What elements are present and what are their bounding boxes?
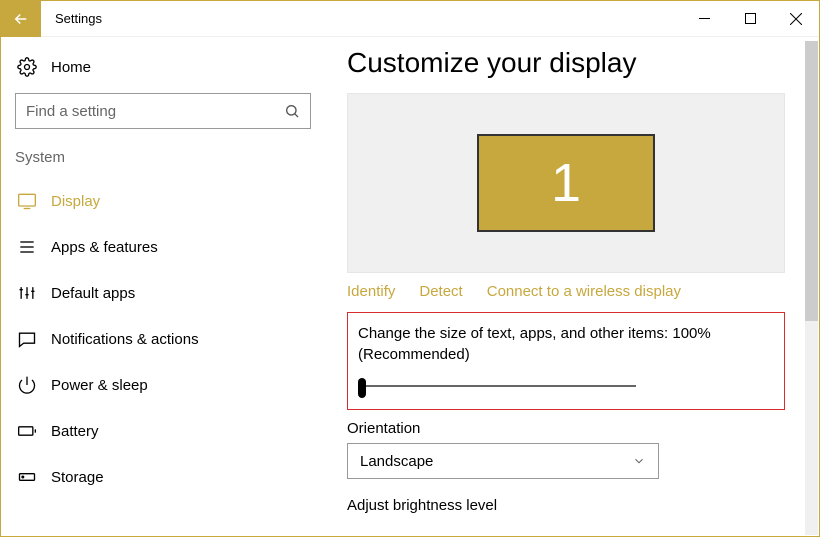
home-button[interactable]: Home (15, 51, 317, 93)
slider-track (358, 385, 636, 387)
monitor-number: 1 (551, 152, 581, 214)
sidebar: Home System Display Apps & features Defa… (1, 37, 317, 536)
sidebar-item-display[interactable]: Display (15, 178, 317, 224)
brightness-label: Adjust brightness level (347, 497, 819, 514)
sidebar-item-label: Apps & features (51, 239, 158, 256)
sidebar-item-label: Notifications & actions (51, 331, 199, 348)
close-icon (790, 13, 802, 25)
sidebar-item-label: Default apps (51, 285, 135, 302)
back-arrow-icon (12, 10, 30, 28)
chevron-down-icon (632, 454, 646, 468)
search-icon (284, 103, 300, 119)
titlebar: Settings (1, 1, 819, 37)
window-title: Settings (55, 11, 102, 26)
scale-section-highlight: Change the size of text, apps, and other… (347, 312, 785, 410)
power-icon (17, 375, 37, 395)
gear-icon (17, 57, 37, 77)
sidebar-item-notifications[interactable]: Notifications & actions (15, 316, 317, 362)
minimize-button[interactable] (681, 1, 727, 37)
display-preview[interactable]: 1 (347, 93, 785, 273)
search-box[interactable] (15, 93, 311, 129)
sidebar-item-power[interactable]: Power & sleep (15, 362, 317, 408)
sidebar-item-label: Storage (51, 469, 104, 486)
close-button[interactable] (773, 1, 819, 37)
minimize-icon (699, 13, 710, 24)
sidebar-item-label: Display (51, 193, 100, 210)
default-apps-icon (17, 283, 37, 303)
slider-thumb[interactable] (358, 378, 366, 398)
sidebar-item-apps[interactable]: Apps & features (15, 224, 317, 270)
back-button[interactable] (1, 1, 41, 37)
scale-slider[interactable] (358, 377, 636, 395)
vertical-scrollbar[interactable] (805, 41, 818, 535)
sidebar-item-default-apps[interactable]: Default apps (15, 270, 317, 316)
identify-link[interactable]: Identify (347, 283, 395, 300)
orientation-select[interactable]: Landscape (347, 443, 659, 479)
maximize-button[interactable] (727, 1, 773, 37)
scrollbar-thumb[interactable] (805, 41, 818, 321)
sidebar-item-storage[interactable]: Storage (15, 454, 317, 500)
section-label: System (15, 149, 317, 166)
orientation-value: Landscape (360, 453, 433, 470)
notifications-icon (17, 329, 37, 349)
page-title: Customize your display (347, 47, 819, 79)
storage-icon (17, 467, 37, 487)
detect-link[interactable]: Detect (419, 283, 462, 300)
home-label: Home (51, 59, 91, 76)
display-icon (17, 191, 37, 211)
sidebar-item-label: Battery (51, 423, 99, 440)
sidebar-item-battery[interactable]: Battery (15, 408, 317, 454)
wireless-display-link[interactable]: Connect to a wireless display (487, 283, 681, 300)
apps-icon (17, 237, 37, 257)
maximize-icon (745, 13, 756, 24)
scale-label: Change the size of text, apps, and other… (358, 323, 774, 365)
main-content: Customize your display 1 Identify Detect… (317, 37, 819, 536)
orientation-label: Orientation (347, 420, 819, 437)
battery-icon (17, 421, 37, 441)
sidebar-item-label: Power & sleep (51, 377, 148, 394)
search-input[interactable] (26, 103, 284, 120)
monitor-tile[interactable]: 1 (477, 134, 655, 232)
